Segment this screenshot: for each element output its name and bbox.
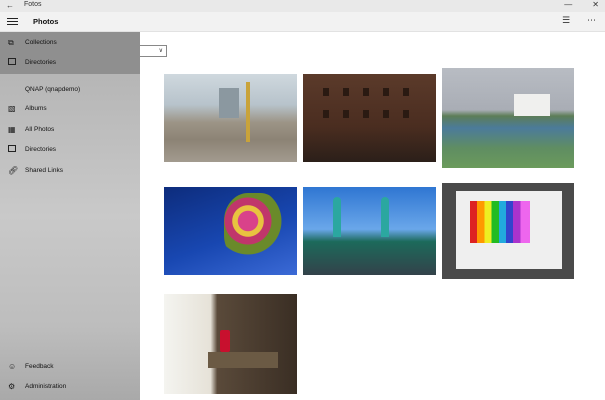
photo-window (383, 88, 389, 96)
sidebar-item-label: Directories (25, 59, 57, 66)
photo-building (219, 88, 239, 118)
sidebar-item-label: All Photos (25, 126, 55, 133)
photo-tower (333, 197, 341, 237)
photo-window (363, 110, 369, 118)
sidebar-item-all-photos[interactable]: ▦ All Photos (0, 120, 140, 140)
select-list-icon[interactable]: ☰ (562, 15, 570, 26)
close-button[interactable]: ✕ (592, 0, 599, 9)
sidebar-item-albums[interactable]: ▧ Albums (0, 99, 140, 119)
photo-tower (381, 197, 389, 237)
gear-icon: ⚙ (8, 382, 16, 391)
sidebar-item-directories[interactable]: Directories (0, 53, 140, 73)
albums-icon: ▧ (8, 104, 16, 113)
sidebar-item-collections[interactable]: ⧉ Collections (0, 33, 140, 53)
sidebar-item-section-directories[interactable]: Directories (0, 140, 140, 160)
title-bar: ← Fotos — ✕ (0, 0, 605, 12)
photo-thumbnail[interactable] (164, 294, 297, 394)
page-title: Photos (33, 17, 59, 26)
photo-thumbnail[interactable] (442, 183, 574, 279)
photo-can (220, 330, 230, 352)
shared-links-icon: 🔗︎ (8, 166, 19, 175)
photo-flowers (224, 193, 284, 263)
photo-window (323, 110, 329, 118)
directories-icon (8, 145, 18, 155)
sidebar-item-label: Feedback (25, 363, 54, 370)
app-title: Fotos (24, 1, 42, 8)
photo-house (514, 94, 550, 116)
photo-thumbnail[interactable] (164, 187, 297, 275)
app-header: Photos ☰ ⋯ (0, 12, 605, 32)
photo-window (403, 110, 409, 118)
photo-thumbnail[interactable] (442, 68, 574, 168)
collections-icon: ⧉ (8, 38, 14, 47)
hamburger-icon[interactable] (7, 18, 18, 26)
photo-color-chart (470, 201, 530, 243)
photo-table (208, 352, 278, 368)
feedback-icon: ☺ (8, 362, 17, 371)
photo-window (363, 88, 369, 96)
minimize-button[interactable]: — (564, 0, 572, 9)
sidebar-section-header: QNAP (qnapdemo) (25, 86, 81, 93)
more-icon[interactable]: ⋯ (587, 15, 596, 26)
sidebar-item-label: Collections (25, 39, 57, 46)
photo-window (403, 88, 409, 96)
photo-thumbnail[interactable] (164, 74, 297, 162)
photo-window (383, 110, 389, 118)
sidebar-item-label: Administration (25, 383, 67, 390)
sidebar-item-administration[interactable]: ⚙ Administration (0, 377, 140, 397)
photo-thumbnail[interactable] (303, 74, 436, 162)
sidebar-item-label: Shared Links (25, 167, 63, 174)
photo-window (343, 110, 349, 118)
sort-dropdown[interactable]: ∨ (139, 45, 167, 57)
photo-window (343, 88, 349, 96)
sidebar-item-label: Directories (25, 146, 57, 153)
all-photos-icon: ▦ (8, 125, 16, 134)
photo-thumbnail[interactable] (303, 187, 436, 275)
sidebar-nav: ⧉ Collections Directories QNAP (qnapdemo… (0, 32, 140, 400)
photo-crane (246, 82, 250, 142)
photo-window (323, 88, 329, 96)
sidebar-item-shared-links[interactable]: 🔗︎ Shared Links (0, 161, 140, 181)
sidebar-item-feedback[interactable]: ☺ Feedback (0, 357, 140, 377)
window-controls: — ✕ (564, 0, 599, 9)
back-button[interactable]: ← (6, 1, 14, 10)
directories-icon (8, 58, 18, 68)
sidebar-item-label: Albums (25, 105, 47, 112)
